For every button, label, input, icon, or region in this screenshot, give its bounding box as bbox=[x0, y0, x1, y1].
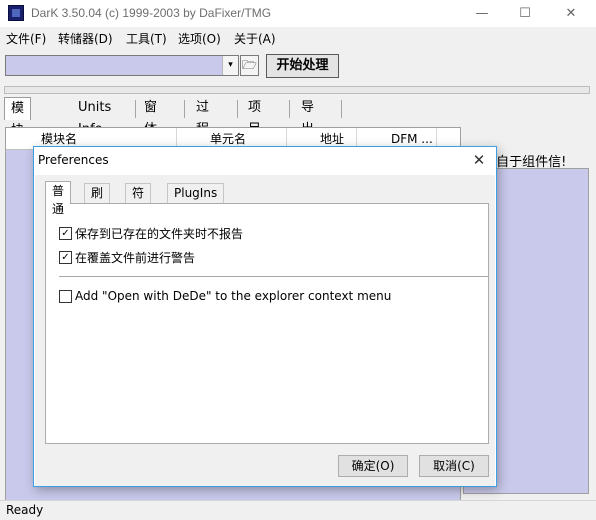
tab-divider bbox=[289, 100, 290, 118]
tab-divider bbox=[184, 100, 185, 118]
tab-procedures[interactable]: 过程 bbox=[190, 97, 215, 137]
divider bbox=[59, 276, 489, 277]
option-label: 保存到已存在的文件夹时不报告 bbox=[75, 227, 244, 241]
minimize-button[interactable]: — bbox=[459, 0, 505, 27]
option-label: Add "Open with DeDe" to the explorer con… bbox=[75, 289, 392, 303]
open-folder-icon[interactable]: 🗁 bbox=[240, 55, 259, 76]
option-warn-before-overwrite[interactable]: ✓ 在覆盖文件前进行警告 bbox=[59, 249, 195, 266]
tab-exports[interactable]: 导出 bbox=[295, 97, 320, 137]
tab-project[interactable]: 项目 bbox=[242, 97, 267, 137]
menu-dumper[interactable]: 转储器(D) bbox=[58, 30, 113, 47]
checkbox[interactable]: ✓ bbox=[59, 251, 72, 264]
menu-file[interactable]: 文件(F) bbox=[6, 30, 46, 47]
option-label: 在覆盖文件前进行警告 bbox=[75, 251, 196, 265]
option-explorer-context-menu[interactable]: Add "Open with DeDe" to the explorer con… bbox=[59, 289, 391, 303]
cancel-button[interactable]: 取消(C) bbox=[419, 455, 489, 477]
window-title: DarK 3.50.04 (c) 1999-2003 by DaFixer/TM… bbox=[31, 6, 272, 20]
tab-module-info[interactable]: 模块信息 bbox=[4, 97, 32, 182]
chevron-down-icon[interactable]: ▾ bbox=[222, 56, 238, 75]
menu-bar: 文件(F) 转储器(D) 工具(T) 选项(O) 关于(A) bbox=[0, 28, 596, 48]
status-bar: Ready bbox=[0, 500, 596, 520]
status-text: Ready bbox=[6, 503, 44, 517]
tab-symbols[interactable]: 符号 bbox=[125, 183, 152, 218]
app-icon bbox=[8, 5, 24, 21]
general-tab-panel: ✓ 保存到已存在的文件夹时不报告 ✓ 在覆盖文件前进行警告 Add "Open … bbox=[45, 203, 489, 444]
checkbox[interactable]: ✓ bbox=[59, 227, 72, 240]
menu-tools[interactable]: 工具(T) bbox=[126, 30, 167, 47]
tab-divider bbox=[135, 100, 136, 118]
close-icon[interactable]: ✕ bbox=[468, 149, 490, 171]
dialog-title: Preferences bbox=[38, 153, 109, 167]
dialog-body: 普通 刷新 符号 PlugIns ✓ 保存到已存在的文件夹时不报告 ✓ 在覆盖文… bbox=[35, 175, 495, 486]
preferences-dialog: Preferences ✕ 普通 刷新 符号 PlugIns ✓ 保存到已存在的… bbox=[33, 146, 497, 487]
tab-refresh[interactable]: 刷新 bbox=[84, 183, 111, 218]
close-button[interactable]: ✕ bbox=[548, 0, 594, 27]
file-combo[interactable]: ▾ bbox=[5, 55, 239, 76]
menu-about[interactable]: 关于(A) bbox=[234, 30, 276, 47]
start-process-button[interactable]: 开始处理 bbox=[266, 54, 339, 78]
title-bar: DarK 3.50.04 (c) 1999-2003 by DaFixer/TM… bbox=[0, 0, 596, 27]
option-no-report-existing-folder[interactable]: ✓ 保存到已存在的文件夹时不报告 bbox=[59, 225, 243, 242]
progress-bar bbox=[4, 86, 590, 94]
maximize-button[interactable]: ☐ bbox=[502, 0, 548, 27]
tab-plugins[interactable]: PlugIns bbox=[167, 183, 225, 203]
ok-button[interactable]: 确定(O) bbox=[338, 455, 408, 477]
checkbox[interactable] bbox=[59, 289, 72, 303]
tab-forms[interactable]: 窗体 bbox=[138, 97, 163, 137]
tab-divider bbox=[341, 100, 342, 118]
tab-units-info[interactable]: Units Info bbox=[72, 97, 117, 137]
menu-options[interactable]: 选项(O) bbox=[178, 30, 221, 47]
tab-general[interactable]: 普通 bbox=[45, 181, 72, 216]
tab-divider bbox=[237, 100, 238, 118]
